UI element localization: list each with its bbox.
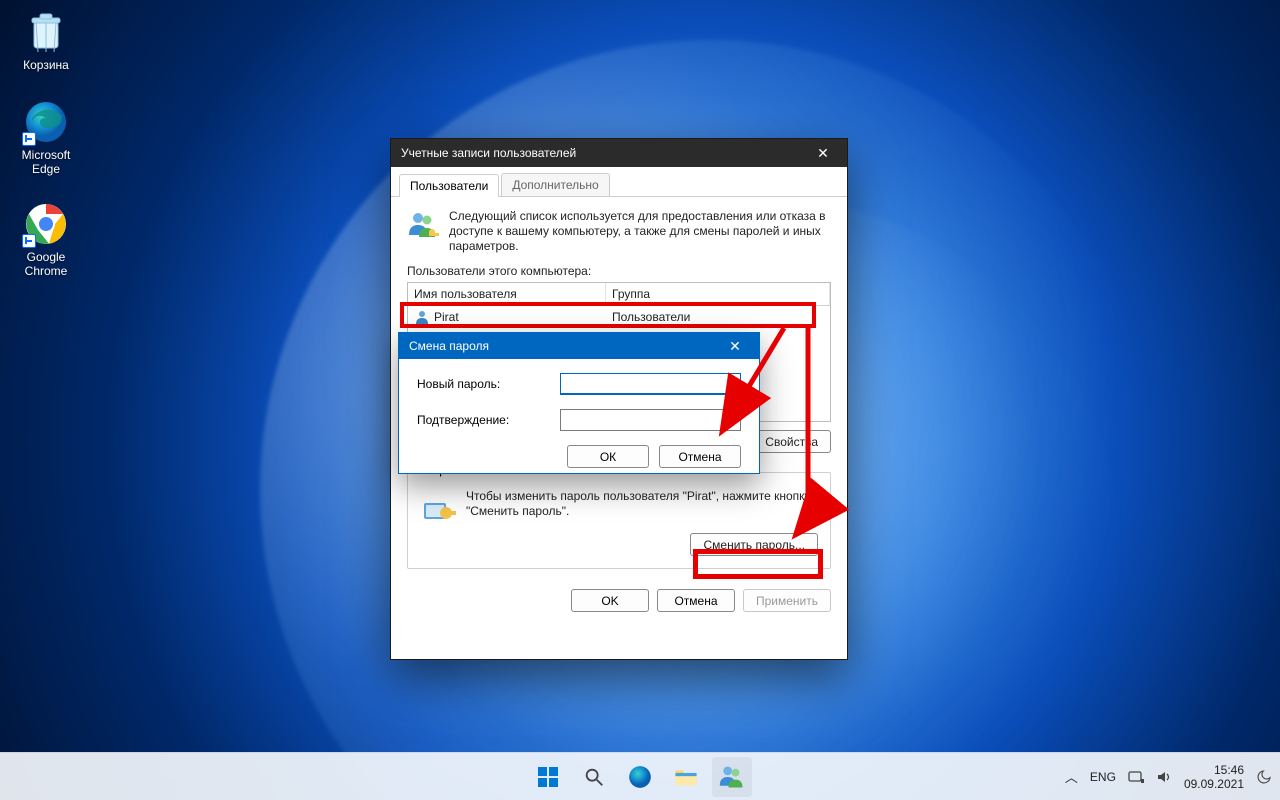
desktop-icon-edge[interactable]: Microsoft Edge	[8, 98, 84, 176]
cancel-button[interactable]: Отмена	[657, 589, 735, 612]
notifications-icon[interactable]	[1256, 769, 1272, 785]
dialog-title: Смена пароля	[409, 339, 489, 353]
tab-advanced[interactable]: Дополнительно	[501, 173, 609, 196]
desktop-icon-label: Корзина	[8, 58, 84, 72]
system-tray: ︿ ENG 15:46 09.09.2021	[1065, 753, 1272, 800]
user-name: Pirat	[434, 310, 459, 324]
search-button[interactable]	[574, 757, 614, 797]
volume-icon[interactable]	[1156, 769, 1172, 785]
desktop: Корзина Microsoft Edge Google Chrome Уче…	[0, 0, 1280, 800]
chrome-icon	[22, 200, 70, 248]
col-username[interactable]: Имя пользователя	[408, 283, 606, 305]
properties-button[interactable]: Свойства	[752, 430, 831, 453]
window-title: Учетные записи пользователей	[401, 146, 576, 160]
taskbar-explorer[interactable]	[666, 757, 706, 797]
info-text: Следующий список используется для предос…	[449, 209, 831, 254]
title-bar[interactable]: Учетные записи пользователей ✕	[391, 139, 847, 167]
tray-chevron-icon[interactable]: ︿	[1065, 767, 1078, 786]
password-key-icon	[420, 489, 456, 525]
tab-users[interactable]: Пользователи	[399, 174, 499, 197]
close-icon[interactable]: ✕	[809, 139, 837, 167]
desktop-icon-recycle-bin[interactable]: Корзина	[8, 8, 84, 72]
user-icon	[414, 309, 430, 325]
close-icon[interactable]: ✕	[721, 332, 749, 360]
new-password-label: Новый пароль:	[417, 377, 560, 391]
table-row[interactable]: Pirat Пользователи	[408, 306, 830, 328]
edge-icon	[22, 98, 70, 146]
windows-logo-icon	[536, 765, 560, 789]
taskbar-edge[interactable]	[620, 757, 660, 797]
start-button[interactable]	[528, 757, 568, 797]
taskbar: ︿ ENG 15:46 09.09.2021	[0, 752, 1280, 800]
pwd-ok-button[interactable]: ОК	[567, 445, 649, 468]
change-password-dialog: Смена пароля ✕ Новый пароль: Подтвержден…	[398, 332, 760, 474]
users-of-computer-label: Пользователи этого компьютера:	[407, 264, 831, 278]
shortcut-badge-icon	[22, 132, 36, 146]
file-explorer-icon	[673, 764, 699, 790]
network-icon[interactable]	[1128, 769, 1144, 785]
confirm-password-input[interactable]	[560, 409, 741, 431]
title-bar[interactable]: Смена пароля ✕	[399, 333, 759, 359]
desktop-icon-label: Google Chrome	[8, 250, 84, 278]
search-icon	[583, 766, 605, 788]
users-keys-icon	[407, 209, 439, 241]
new-password-input[interactable]	[560, 373, 741, 395]
desktop-icon-chrome[interactable]: Google Chrome	[8, 200, 84, 278]
desktop-icon-label: Microsoft Edge	[8, 148, 84, 176]
col-group[interactable]: Группа	[606, 283, 830, 305]
date: 09.09.2021	[1184, 777, 1244, 791]
shortcut-badge-icon	[22, 234, 36, 248]
clock[interactable]: 15:46 09.09.2021	[1184, 763, 1244, 791]
password-desc: Чтобы изменить пароль пользователя "Pira…	[466, 489, 818, 525]
users-icon	[718, 763, 746, 791]
confirm-password-label: Подтверждение:	[417, 413, 560, 427]
time: 15:46	[1184, 763, 1244, 777]
user-group: Пользователи	[606, 307, 696, 327]
change-password-button[interactable]: Сменить пароль...	[690, 533, 818, 556]
apply-button[interactable]: Применить	[743, 589, 831, 612]
recycle-bin-icon	[22, 8, 70, 56]
pwd-cancel-button[interactable]: Отмена	[659, 445, 741, 468]
language-indicator[interactable]: ENG	[1090, 770, 1116, 784]
tab-strip: Пользователи Дополнительно	[391, 167, 847, 197]
ok-button[interactable]: OK	[571, 589, 649, 612]
taskbar-user-accounts[interactable]	[712, 757, 752, 797]
edge-icon	[627, 764, 653, 790]
